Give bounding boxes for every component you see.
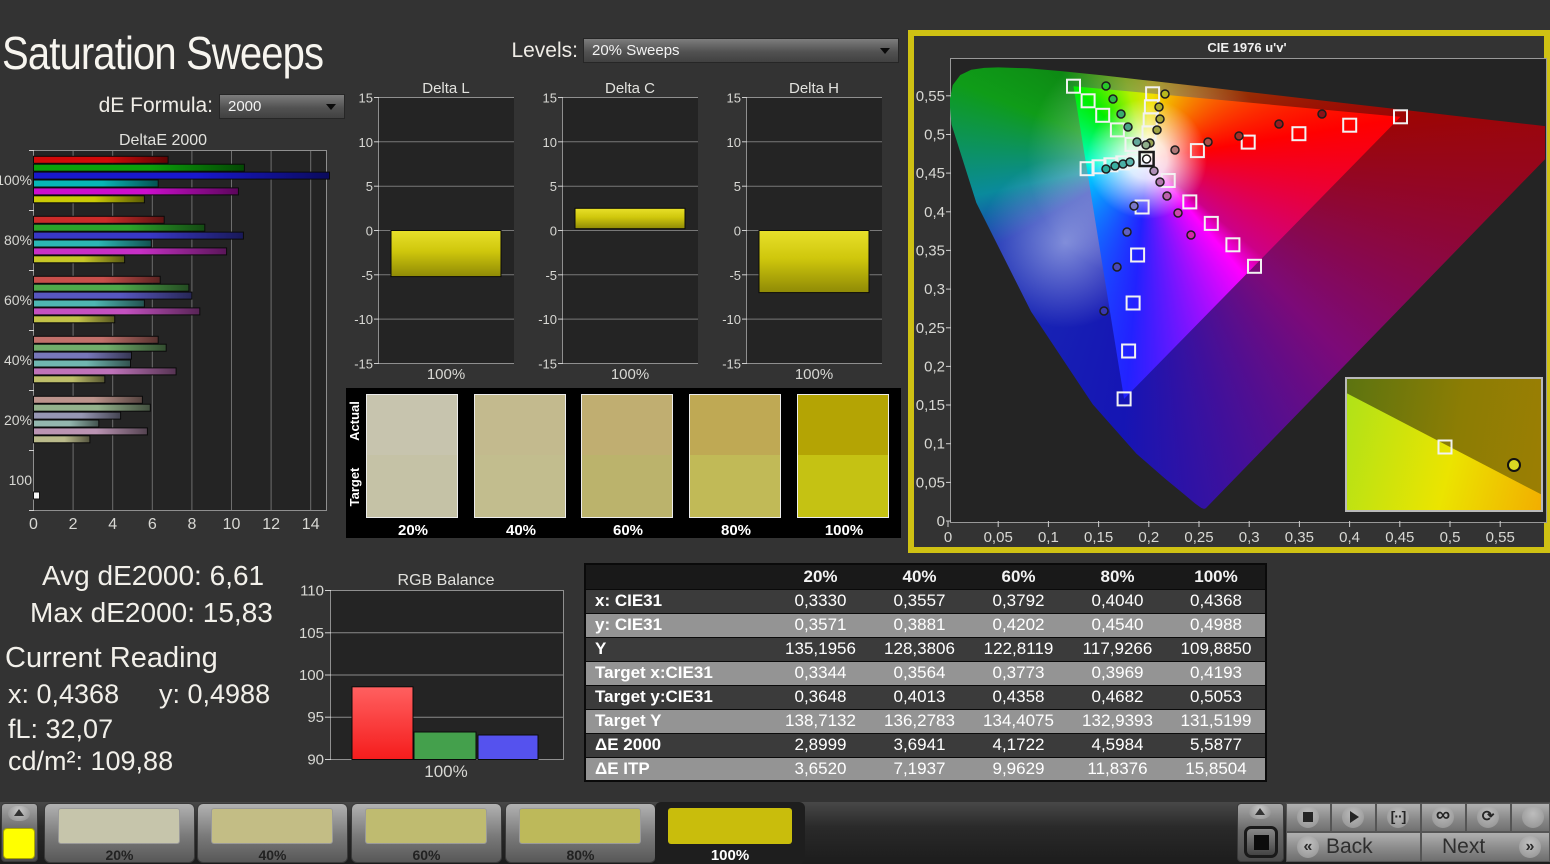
svg-text:15: 15 bbox=[727, 91, 741, 106]
svg-text:0,55: 0,55 bbox=[916, 88, 945, 105]
svg-text:90: 90 bbox=[307, 752, 324, 769]
svg-text:0,15: 0,15 bbox=[1084, 529, 1113, 546]
svg-text:DeltaE 2000: DeltaE 2000 bbox=[119, 132, 207, 149]
svg-text:6: 6 bbox=[148, 516, 157, 533]
svg-text:0: 0 bbox=[366, 224, 373, 239]
svg-text:15: 15 bbox=[543, 91, 557, 106]
svg-text:10: 10 bbox=[543, 135, 557, 150]
svg-text:0,35: 0,35 bbox=[916, 242, 945, 259]
svg-text:-10: -10 bbox=[538, 312, 557, 327]
svg-text:Delta C: Delta C bbox=[605, 80, 655, 97]
svg-text:100%: 100% bbox=[611, 366, 649, 380]
svg-text:5: 5 bbox=[550, 179, 557, 194]
svg-text:0: 0 bbox=[937, 513, 945, 530]
svg-text:-15: -15 bbox=[538, 357, 557, 372]
svg-text:100%: 100% bbox=[795, 366, 833, 380]
svg-text:14: 14 bbox=[302, 516, 320, 533]
svg-text:0,3: 0,3 bbox=[924, 281, 945, 298]
svg-text:-10: -10 bbox=[722, 312, 741, 327]
svg-text:10: 10 bbox=[223, 516, 241, 533]
svg-text:-5: -5 bbox=[729, 268, 741, 283]
svg-text:105: 105 bbox=[300, 625, 324, 642]
svg-text:Delta L: Delta L bbox=[422, 80, 470, 97]
svg-text:20%: 20% bbox=[4, 412, 32, 428]
svg-text:0,2: 0,2 bbox=[1138, 529, 1159, 546]
svg-text:5: 5 bbox=[734, 179, 741, 194]
svg-text:-15: -15 bbox=[354, 357, 373, 372]
svg-text:0,4: 0,4 bbox=[924, 204, 945, 221]
svg-text:10: 10 bbox=[359, 135, 373, 150]
svg-text:100: 100 bbox=[9, 472, 33, 488]
svg-text:0: 0 bbox=[29, 516, 38, 533]
svg-text:100%: 100% bbox=[424, 762, 467, 781]
svg-text:-10: -10 bbox=[354, 312, 373, 327]
svg-text:100%: 100% bbox=[0, 172, 32, 188]
svg-text:RGB Balance: RGB Balance bbox=[398, 572, 495, 589]
svg-text:0,15: 0,15 bbox=[916, 397, 945, 414]
svg-text:8: 8 bbox=[187, 516, 196, 533]
svg-text:80%: 80% bbox=[4, 232, 32, 248]
svg-text:100%: 100% bbox=[427, 366, 465, 380]
svg-text:40%: 40% bbox=[4, 352, 32, 368]
svg-text:0,05: 0,05 bbox=[984, 529, 1013, 546]
svg-text:0,3: 0,3 bbox=[1239, 529, 1260, 546]
svg-text:0: 0 bbox=[944, 529, 952, 546]
svg-text:100: 100 bbox=[300, 667, 324, 684]
svg-text:0: 0 bbox=[550, 224, 557, 239]
svg-text:4: 4 bbox=[108, 516, 117, 533]
svg-text:110: 110 bbox=[300, 583, 324, 600]
svg-text:15: 15 bbox=[359, 91, 373, 106]
svg-text:10: 10 bbox=[727, 135, 741, 150]
svg-text:0,25: 0,25 bbox=[1184, 529, 1213, 546]
svg-text:-5: -5 bbox=[545, 268, 557, 283]
svg-text:0: 0 bbox=[734, 224, 741, 239]
svg-text:-5: -5 bbox=[361, 268, 373, 283]
svg-text:0,35: 0,35 bbox=[1285, 529, 1314, 546]
svg-text:Delta H: Delta H bbox=[789, 80, 839, 97]
svg-text:0,45: 0,45 bbox=[916, 165, 945, 182]
svg-text:0,5: 0,5 bbox=[924, 127, 945, 144]
svg-text:95: 95 bbox=[307, 709, 324, 726]
svg-text:0,4: 0,4 bbox=[1339, 529, 1360, 546]
svg-text:0,25: 0,25 bbox=[916, 320, 945, 337]
svg-text:2: 2 bbox=[69, 516, 78, 533]
svg-text:0,1: 0,1 bbox=[924, 436, 945, 453]
svg-text:0,05: 0,05 bbox=[916, 474, 945, 491]
svg-text:60%: 60% bbox=[4, 292, 32, 308]
svg-text:-15: -15 bbox=[722, 357, 741, 372]
svg-text:0,55: 0,55 bbox=[1486, 529, 1515, 546]
svg-text:0,1: 0,1 bbox=[1038, 529, 1059, 546]
svg-text:5: 5 bbox=[366, 179, 373, 194]
svg-text:0,45: 0,45 bbox=[1385, 529, 1414, 546]
svg-text:0,5: 0,5 bbox=[1440, 529, 1461, 546]
svg-text:0,2: 0,2 bbox=[924, 358, 945, 375]
svg-text:12: 12 bbox=[262, 516, 280, 533]
